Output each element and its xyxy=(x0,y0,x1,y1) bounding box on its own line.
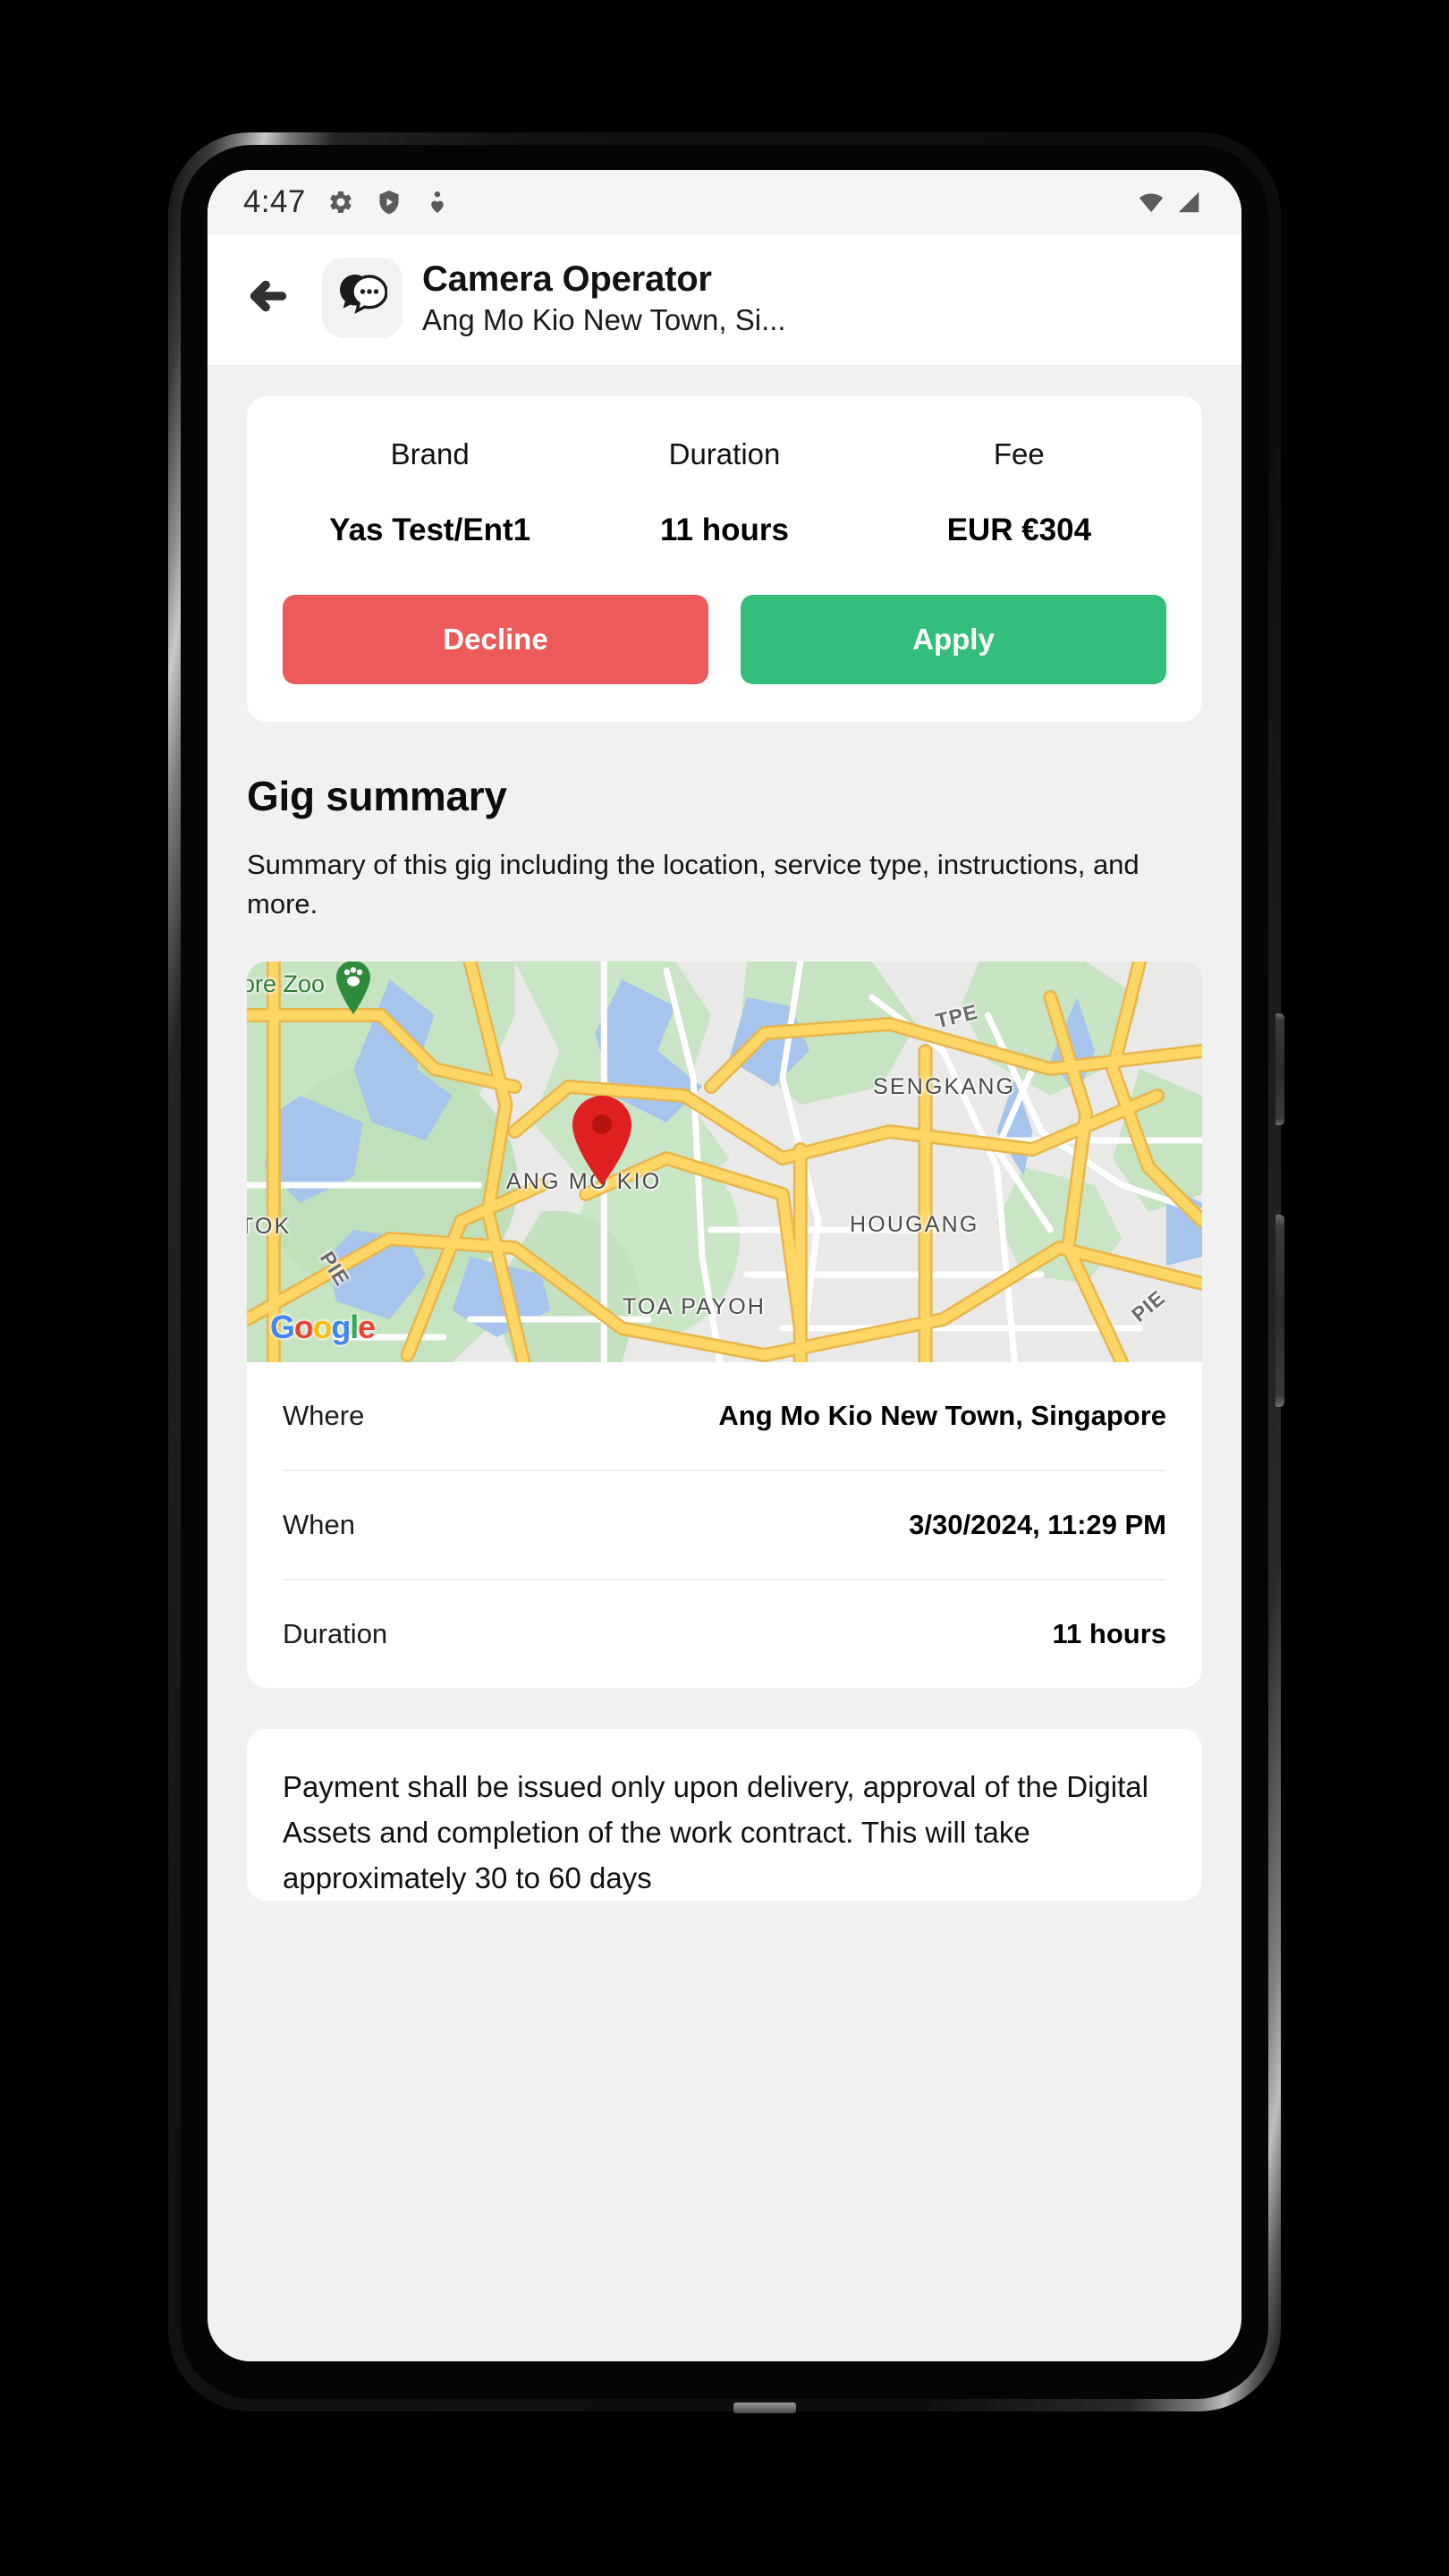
back-button[interactable] xyxy=(234,264,302,332)
volume-rocker-button[interactable] xyxy=(1275,1215,1284,1407)
map-pin-icon xyxy=(567,1094,637,1187)
offer-actions-row: Decline Apply xyxy=(283,595,1166,684)
detail-row-where: Where Ang Mo Kio New Town, Singapore xyxy=(283,1362,1166,1470)
map-label-tok: TOK xyxy=(247,1214,292,1240)
detail-value-when: 3/30/2024, 11:29 PM xyxy=(909,1509,1166,1541)
offer-summary-card: Brand Yas Test/Ent1 Duration 11 hours Fe… xyxy=(247,396,1202,722)
bottom-speaker-port xyxy=(733,2402,796,2413)
detail-row-when: When 3/30/2024, 11:29 PM xyxy=(283,1470,1166,1579)
gear-icon xyxy=(327,189,354,216)
scroll-content: Brand Yas Test/Ent1 Duration 11 hours Fe… xyxy=(208,396,1241,1902)
stat-brand-value: Yas Test/Ent1 xyxy=(329,513,531,547)
offer-stats-row: Brand Yas Test/Ent1 Duration 11 hours Fe… xyxy=(283,437,1166,548)
map-label-zoo: ore Zoo xyxy=(247,970,326,998)
cellular-signal-icon xyxy=(1175,189,1202,216)
status-clock: 4:47 xyxy=(243,184,306,219)
location-map[interactable]: ore Zoo TPE SENGKANG ANG MO KIO HOUGANG … xyxy=(247,962,1202,1363)
wifi-icon xyxy=(1138,189,1165,216)
detail-value-duration: 11 hours xyxy=(1052,1618,1167,1650)
page-title: Camera Operator xyxy=(422,258,712,299)
shield-play-icon xyxy=(376,189,402,216)
detail-label-duration: Duration xyxy=(283,1618,388,1650)
stat-duration-value: 11 hours xyxy=(660,513,789,547)
status-bar: 4:47 xyxy=(208,170,1241,234)
gig-summary-section: Gig summary Summary of this gig includin… xyxy=(208,722,1241,924)
detail-label-where: Where xyxy=(283,1400,365,1432)
back-arrow-icon xyxy=(248,275,289,321)
stat-duration: Duration 11 hours xyxy=(577,437,871,548)
stat-brand: Brand Yas Test/Ent1 xyxy=(283,437,577,548)
map-label-toa-payoh: TOA PAYOH xyxy=(623,1294,767,1320)
detail-label-when: When xyxy=(283,1509,355,1541)
chat-bubbles-icon xyxy=(337,273,388,324)
app-logo xyxy=(322,258,402,338)
map-label-sengkang: SENGKANG xyxy=(873,1074,1016,1100)
payment-terms-card: Payment shall be issued only upon delive… xyxy=(247,1729,1202,1902)
payment-terms-text: Payment shall be issued only upon delive… xyxy=(283,1770,1148,1894)
stat-fee-value: EUR €304 xyxy=(946,513,1092,547)
page-subtitle: Ang Mo Kio New Town, Si... xyxy=(422,302,786,336)
stat-fee-label: Fee xyxy=(993,437,1045,470)
gig-summary-title: Gig summary xyxy=(247,773,507,819)
location-card: ore Zoo TPE SENGKANG ANG MO KIO HOUGANG … xyxy=(247,962,1202,1689)
decline-button[interactable]: Decline xyxy=(283,595,708,684)
google-attribution-logo: Google xyxy=(270,1309,376,1346)
zoo-paw-pin-icon xyxy=(333,962,374,1015)
power-button[interactable] xyxy=(1275,1013,1284,1125)
detail-rows: Where Ang Mo Kio New Town, Singapore Whe… xyxy=(247,1362,1202,1688)
app-bar: Camera Operator Ang Mo Kio New Town, Si.… xyxy=(208,234,1241,366)
heart-person-icon xyxy=(424,189,451,216)
detail-value-where: Ang Mo Kio New Town, Singapore xyxy=(718,1400,1166,1432)
phone-screen: 4:47 Camera Operator Ang Mo Kio New Town… xyxy=(208,170,1241,2361)
stat-brand-label: Brand xyxy=(390,437,470,470)
apply-button[interactable]: Apply xyxy=(741,595,1166,684)
detail-row-duration: Duration 11 hours xyxy=(283,1579,1166,1688)
gig-summary-description: Summary of this gig including the locati… xyxy=(247,849,1140,920)
map-label-hougang: HOUGANG xyxy=(850,1212,979,1238)
stat-fee: Fee EUR €304 xyxy=(872,437,1166,548)
stat-duration-label: Duration xyxy=(668,437,781,470)
